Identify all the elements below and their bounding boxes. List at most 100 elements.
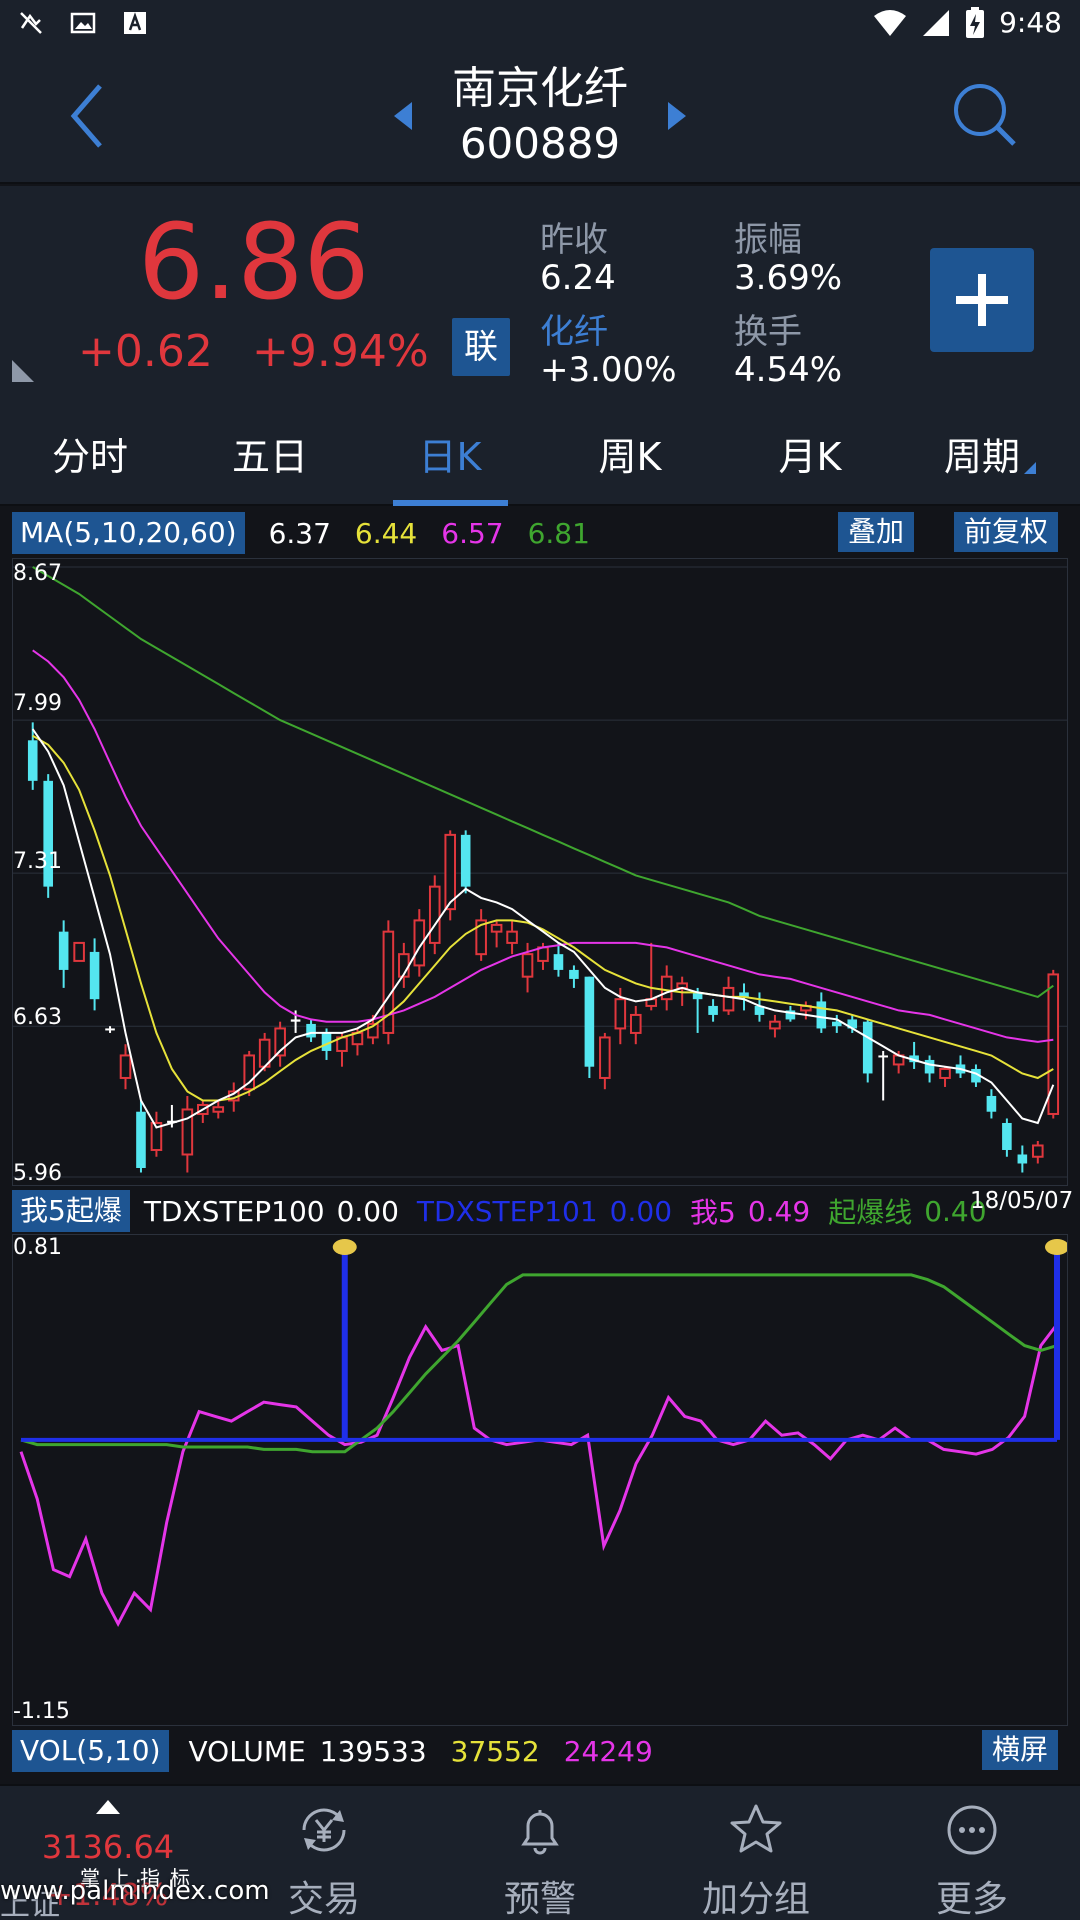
series-line-wo5 [19,1323,1059,1628]
price-change: +0.62 [78,326,213,377]
nav-alert[interactable]: 预警 [432,1786,648,1920]
text-app-icon [124,12,146,34]
bell-icon [521,1810,559,1855]
y-tick-label: 6.63 [13,1005,62,1030]
linked-stock-button[interactable]: 联 [452,318,510,376]
nav-more[interactable]: 更多 [864,1786,1080,1920]
more-dots-icon [947,1805,997,1855]
candle-body [460,834,471,887]
candle-body [722,986,735,1012]
ma5-line [31,728,1055,1129]
candle-body [553,954,564,970]
turnover-label: 换手 [734,312,802,352]
indicator-chart[interactable]: 0.81 -1.15 [12,1234,1069,1726]
candle-body [1032,1144,1044,1158]
candle-body [614,998,627,1030]
indicator-top-label: 0.81 [13,1235,62,1260]
candle-body [490,923,503,933]
wo5-name: 我5 [690,1196,736,1229]
candle-body [816,1001,827,1029]
turnover-value: 4.54% [734,350,843,390]
candle-body [708,1005,718,1015]
quote-panel: 6.86 +0.62 +9.94% 联 昨收 6.24 化纤 +3.00% 振幅… [0,186,1080,410]
ma-legend: MA(5,10,20,60) 6.37 6.44 6.57 6.81 [12,510,590,556]
signal-marker [1045,1239,1069,1255]
next-stock-icon[interactable] [662,96,692,136]
ma10-value: 6.44 [354,516,418,550]
tab-daily-k[interactable]: 日K [380,410,520,506]
last-date-label: 18/05/07 [970,1188,1074,1214]
y-tick-label: 7.99 [13,691,62,716]
kline-chart[interactable]: 8.67 7.99 7.31 6.63 5.96 [12,558,1068,1186]
tab-period[interactable]: 周期 [920,410,1060,506]
status-icons-right: 9:48 [873,6,1062,39]
back-arrow-icon[interactable] [60,76,120,156]
tab-monthly-k[interactable]: 月K [740,410,880,506]
volume-value: 139533 [319,1734,427,1768]
candle-body [105,1028,115,1031]
candle-body [290,1019,301,1022]
tab-five-day[interactable]: 五日 [200,410,340,506]
vol-indicator-tag[interactable]: VOL(5,10) [12,1730,169,1772]
index-value: 3136.64 [41,1828,175,1866]
candle-body [629,1013,642,1034]
candle-body [924,1059,935,1074]
vol-legend: VOL(5,10) VOLUME 139533 37552 24249 [12,1728,653,1774]
candle-body [506,930,518,944]
sector-label[interactable]: 化纤 [540,304,608,353]
ma5-value: 6.37 [268,516,331,550]
current-price: 6.86 [138,201,370,323]
candle-body [27,740,38,781]
nav-watchlist[interactable]: 加分组 [648,1786,864,1920]
tab-intraday[interactable]: 分时 [20,410,160,506]
tdxstep100-value: 0.00 [336,1194,399,1228]
amplitude-label: 振幅 [734,220,802,260]
status-bar: 9:48 [0,0,1080,48]
series-line-qibao [20,1273,1058,1454]
muted-notification-icon [20,12,42,34]
candle-body [58,931,69,970]
candle-body [1002,1122,1012,1150]
y-tick-label: 7.31 [13,849,62,874]
candle-body [939,1067,951,1079]
candle-body [73,941,85,962]
image-icon [70,12,96,34]
active-tab-underline [393,500,508,506]
indicator-legend: 我5起爆 TDXSTEP100 0.00 TDXSTEP101 0.00 我5 … [12,1188,987,1234]
ma-indicator-tag[interactable]: MA(5,10,20,60) [12,512,245,554]
y-tick-label: 8.67 [13,561,62,586]
candle-body [428,885,441,944]
wo5-value: 0.49 [747,1194,811,1228]
battery-charging-icon [966,6,985,38]
prev-close-value: 6.24 [540,258,616,298]
volume-label: VOLUME [188,1734,306,1768]
candle-body [660,975,673,1001]
indicator-tag[interactable]: 我5起爆 [12,1190,130,1232]
expand-corner-icon[interactable] [10,358,36,384]
tab-weekly-k[interactable]: 周K [560,410,700,506]
price-change-pct: +9.94% [252,326,429,377]
stock-code: 600889 [459,119,621,168]
ma60-value: 6.81 [527,516,590,550]
y-tick-label: 5.96 [13,1161,62,1186]
up-arrow-icon [96,1800,120,1814]
amplitude-value: 3.69% [734,258,843,298]
header: 南京化纤 600889 [0,48,1080,184]
add-watchlist-button[interactable] [930,248,1034,352]
candle-body [212,1106,225,1113]
overlay-button[interactable]: 叠加 [838,512,915,552]
candle-body [986,1095,997,1112]
search-icon[interactable] [950,80,1020,150]
status-icons-left [18,10,148,36]
tdxstep100-name: TDXSTEP100 [143,1194,325,1228]
landscape-button[interactable]: 横屏 [982,1730,1059,1770]
forward-adjust-button[interactable]: 前复权 [954,512,1059,552]
candle-body [444,833,457,911]
tdxstep101-value: 0.00 [609,1194,673,1228]
signal-marker [332,1239,357,1255]
chart-period-tabs: 分时 五日 日K 周K 月K 周期 [0,410,1080,506]
candle-body [569,969,579,979]
star-icon [730,1804,782,1853]
title-block: 南京化纤 600889 [390,60,690,170]
nav-alert-label: 预警 [503,1879,576,1920]
